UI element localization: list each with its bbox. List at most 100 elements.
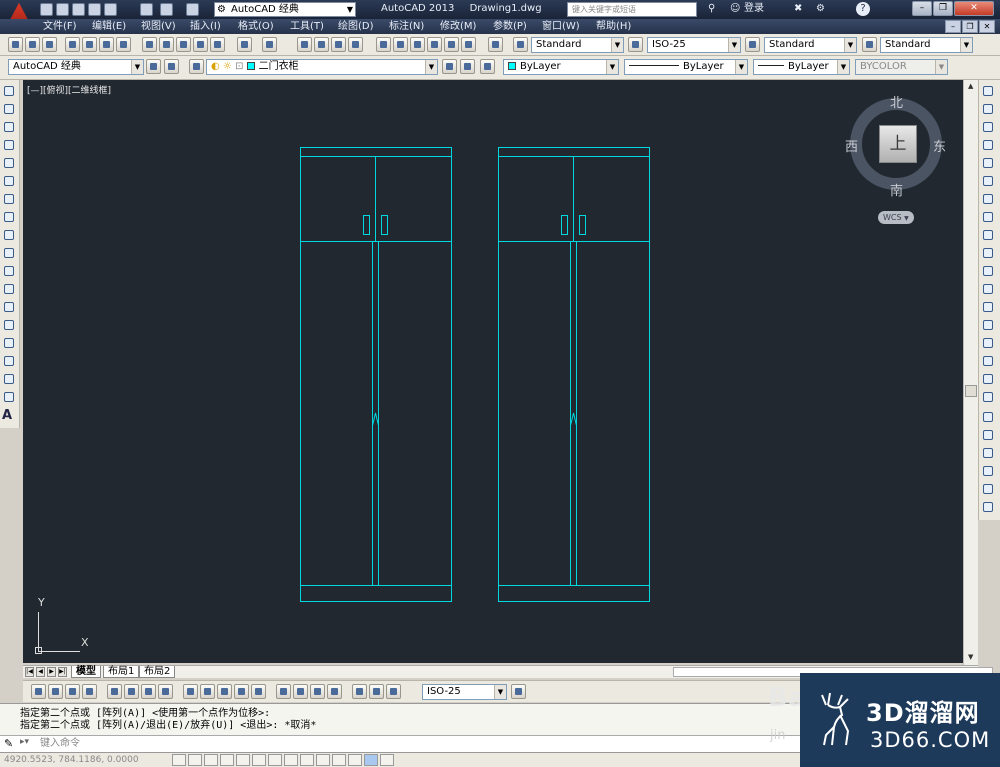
table-icon[interactable]	[2, 390, 17, 405]
undo-toolbar-icon[interactable]	[237, 37, 252, 52]
zoom-realtime-icon[interactable]	[314, 37, 329, 52]
3dprint-icon[interactable]	[116, 37, 131, 52]
doc-minimize-button[interactable]: –	[945, 20, 961, 33]
text-style-icon[interactable]	[513, 37, 528, 52]
help-toolbar-icon[interactable]	[488, 37, 503, 52]
help-icon[interactable]: ?	[856, 2, 870, 16]
ortho-mode-icon[interactable]	[220, 754, 234, 766]
radius-dim-icon[interactable]	[107, 684, 122, 699]
compass-east[interactable]: 东	[933, 136, 946, 155]
polar-tracking-icon[interactable]	[236, 754, 250, 766]
last-tab-icon[interactable]: ▶|	[58, 667, 67, 677]
spline-icon[interactable]	[2, 228, 17, 243]
join-icon[interactable]	[981, 318, 996, 333]
workspace-dropdown[interactable]: ⚙ AutoCAD 经典 ▼	[214, 2, 356, 17]
dim-style-icon[interactable]	[628, 37, 643, 52]
arc-icon[interactable]	[2, 174, 17, 189]
baseline-dim-icon[interactable]	[200, 684, 215, 699]
workspace-settings-icon[interactable]	[146, 59, 161, 74]
multiline-text-icon[interactable]: A	[2, 408, 17, 423]
break-icon[interactable]	[981, 300, 996, 315]
zoom-previous-icon[interactable]	[348, 37, 363, 52]
multileader-style-dropdown[interactable]: Standard ▼	[880, 37, 973, 53]
menu-format[interactable]: 格式(O)	[238, 20, 274, 33]
color-dropdown[interactable]: ByLayer ▼	[503, 59, 619, 75]
preview-icon[interactable]	[82, 37, 97, 52]
dim-update-icon[interactable]	[386, 684, 401, 699]
layer-properties-icon[interactable]	[189, 59, 204, 74]
user-icon[interactable]: ☺	[730, 1, 740, 17]
quick-dim-icon[interactable]	[183, 684, 198, 699]
scroll-up-icon[interactable]: ▲	[968, 82, 973, 90]
aligned-dim-icon[interactable]	[48, 684, 63, 699]
dim-style-manager-icon[interactable]	[511, 684, 526, 699]
construction-line-icon[interactable]	[2, 102, 17, 117]
3d-object-snap-icon[interactable]	[268, 754, 282, 766]
snap-mode-icon[interactable]	[188, 754, 202, 766]
diameter-dim-icon[interactable]	[141, 684, 156, 699]
extend-icon[interactable]	[981, 264, 996, 279]
save-as-icon[interactable]	[88, 3, 101, 16]
revision-cloud-icon[interactable]	[2, 210, 17, 225]
linetype-dropdown[interactable]: ByLayer ▼	[624, 59, 748, 75]
command-input[interactable]: 键入命令	[40, 737, 80, 751]
undo-icon[interactable]	[160, 3, 173, 16]
tab-model[interactable]: 模型	[71, 666, 101, 678]
save-icon[interactable]	[72, 3, 85, 16]
vertical-scrollbar[interactable]: ▲ ▼	[963, 80, 978, 665]
menu-file[interactable]: 文件(F)	[43, 20, 77, 33]
make-current-layer-icon[interactable]	[442, 59, 457, 74]
designcenter-icon[interactable]	[393, 37, 408, 52]
tab-layout2[interactable]: 布局2	[139, 666, 176, 678]
exchange-icon[interactable]: ✖	[794, 1, 802, 17]
draworder-above-icon[interactable]	[981, 446, 996, 461]
blend-curves-icon[interactable]	[981, 372, 996, 387]
ordinate-dim-icon[interactable]	[82, 684, 97, 699]
transparency-icon[interactable]	[348, 754, 362, 766]
draworder-under-icon[interactable]	[981, 464, 996, 479]
prev-tab-icon[interactable]: ◀	[36, 667, 45, 677]
polyline-icon[interactable]	[2, 120, 17, 135]
angular-dim-icon[interactable]	[158, 684, 173, 699]
offset-icon[interactable]	[981, 138, 996, 153]
quickcalc-icon[interactable]	[461, 37, 476, 52]
rectangle-icon[interactable]	[2, 156, 17, 171]
fillet-icon[interactable]	[981, 354, 996, 369]
menu-tools[interactable]: 工具(T)	[290, 20, 324, 33]
line-tool-icon[interactable]	[2, 84, 17, 99]
compass-south[interactable]: 南	[890, 180, 903, 199]
menu-window[interactable]: 窗口(W)	[542, 20, 580, 33]
compass-north[interactable]: 北	[890, 92, 903, 111]
jogged-dim-icon[interactable]	[124, 684, 139, 699]
circle-icon[interactable]	[2, 192, 17, 207]
quick-properties-icon[interactable]	[364, 754, 378, 766]
gradient-icon[interactable]	[2, 354, 17, 369]
menu-help[interactable]: 帮助(H)	[596, 20, 631, 33]
qnew-icon[interactable]	[8, 37, 23, 52]
jogged-linear-icon[interactable]	[327, 684, 342, 699]
paste-icon[interactable]	[176, 37, 191, 52]
dim-space-icon[interactable]	[234, 684, 249, 699]
menu-draw[interactable]: 绘图(D)	[338, 20, 374, 33]
hatch-icon[interactable]	[2, 336, 17, 351]
coordinate-readout[interactable]: 4920.5523, 784.1186, 0.0000	[4, 755, 139, 765]
recent-commands-icon[interactable]: ▸▾	[20, 737, 29, 747]
chamfer-icon[interactable]	[981, 336, 996, 351]
point-icon[interactable]	[2, 318, 17, 333]
cut-icon[interactable]	[142, 37, 157, 52]
draworder-front-icon[interactable]	[981, 410, 996, 425]
menu-insert[interactable]: 插入(I)	[190, 20, 221, 33]
redo-icon[interactable]	[186, 3, 199, 16]
trim-icon[interactable]	[981, 246, 996, 261]
next-tab-icon[interactable]: ▶	[47, 667, 56, 677]
doc-close-button[interactable]: ✕	[979, 20, 995, 33]
mirror-icon[interactable]	[981, 120, 996, 135]
make-block-icon[interactable]	[2, 300, 17, 315]
publish-icon[interactable]	[99, 37, 114, 52]
array-icon[interactable]	[981, 156, 996, 171]
dynamic-input-icon[interactable]	[316, 754, 330, 766]
dim-style-dropdown[interactable]: ISO-25 ▼	[647, 37, 741, 53]
grid-display-icon[interactable]	[204, 754, 218, 766]
dim-break-icon[interactable]	[251, 684, 266, 699]
dim-toolbar-style-dropdown[interactable]: ISO-25 ▼	[422, 684, 507, 700]
